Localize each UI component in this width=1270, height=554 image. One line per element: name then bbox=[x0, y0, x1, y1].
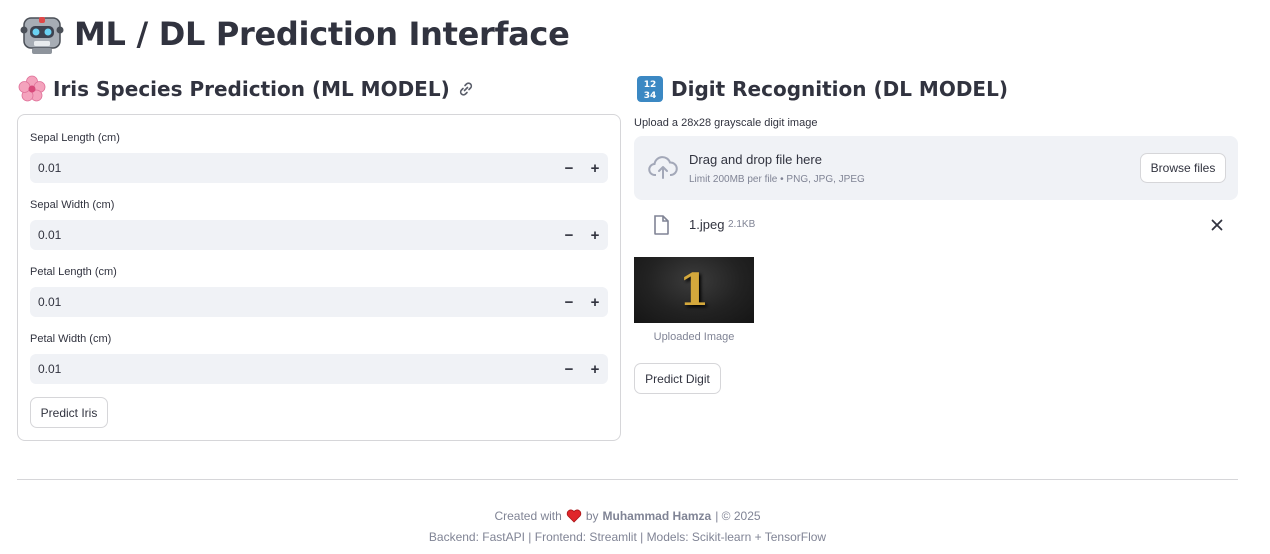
drop-instructions: Drag and drop file here bbox=[689, 152, 822, 167]
digit-section-title: 12 34 Digit Recognition (DL MODEL) bbox=[636, 74, 1008, 104]
predict-digit-button[interactable]: Predict Digit bbox=[634, 363, 721, 394]
footer-credits: Created with by Muhammad Hamza | © 2025 bbox=[0, 509, 1255, 523]
input-value[interactable]: 0.01 bbox=[30, 161, 556, 175]
field-label: Sepal Length (cm) bbox=[30, 132, 120, 144]
iris-form: Sepal Length (cm) 0.01 − + Sepal Width (… bbox=[17, 114, 621, 441]
increment-button[interactable]: + bbox=[582, 354, 608, 384]
upload-label: Upload a 28x28 grayscale digit image bbox=[634, 117, 818, 129]
footer-stack: Backend: FastAPI | Frontend: Streamlit |… bbox=[428, 530, 827, 544]
decrement-button[interactable]: − bbox=[556, 153, 582, 183]
image-caption: Uploaded Image bbox=[653, 331, 735, 343]
petal-length-field: Petal Length (cm) 0.01 − + bbox=[30, 264, 608, 317]
petal-width-field: Petal Width (cm) 0.01 − + bbox=[30, 331, 608, 384]
close-icon[interactable] bbox=[1210, 218, 1224, 232]
footer-year: | © 2025 bbox=[715, 509, 761, 523]
footer-by-text: by bbox=[585, 509, 599, 523]
page-title: ML / DL Prediction Interface bbox=[74, 15, 570, 53]
cloud-upload-icon bbox=[648, 156, 678, 179]
divider bbox=[17, 479, 1238, 480]
numbers-icon: 12 34 bbox=[637, 76, 663, 102]
file-icon bbox=[654, 215, 669, 235]
sepal-width-input[interactable]: 0.01 − + bbox=[30, 220, 608, 250]
file-name: 1.jpeg bbox=[689, 217, 725, 232]
footer-author: Muhammad Hamza bbox=[602, 509, 712, 523]
svg-text:12: 12 bbox=[644, 80, 657, 90]
input-value[interactable]: 0.01 bbox=[30, 295, 556, 309]
increment-button[interactable]: + bbox=[582, 220, 608, 250]
file-size: 2.1KB bbox=[728, 219, 756, 230]
iris-title-text: Iris Species Prediction (ML MODEL) bbox=[53, 77, 450, 101]
input-value[interactable]: 0.01 bbox=[30, 228, 556, 242]
predict-iris-button[interactable]: Predict Iris bbox=[30, 397, 108, 428]
digit-title-text: Digit Recognition (DL MODEL) bbox=[671, 77, 1008, 101]
cherry-blossom-icon bbox=[18, 75, 46, 102]
robot-icon bbox=[20, 17, 64, 54]
uploaded-image: 1 bbox=[634, 257, 754, 323]
image-digit: 1 bbox=[678, 264, 710, 316]
browse-files-button[interactable]: Browse files bbox=[1140, 153, 1226, 183]
heart-icon bbox=[566, 509, 582, 523]
petal-length-input[interactable]: 0.01 − + bbox=[30, 287, 608, 317]
increment-button[interactable]: + bbox=[582, 153, 608, 183]
svg-text:34: 34 bbox=[644, 91, 657, 101]
field-label: Petal Width (cm) bbox=[30, 333, 112, 345]
sepal-width-field: Sepal Width (cm) 0.01 − + bbox=[30, 197, 608, 250]
increment-button[interactable]: + bbox=[582, 287, 608, 317]
decrement-button[interactable]: − bbox=[556, 354, 582, 384]
decrement-button[interactable]: − bbox=[556, 287, 582, 317]
footer-created-text: Created with bbox=[494, 509, 562, 523]
sepal-length-input[interactable]: 0.01 − + bbox=[30, 153, 608, 183]
drop-limit-text: Limit 200MB per file • PNG, JPG, JPEG bbox=[689, 174, 865, 185]
petal-width-input[interactable]: 0.01 − + bbox=[30, 354, 608, 384]
field-label: Sepal Width (cm) bbox=[30, 199, 115, 211]
uploaded-file-row: 1.jpeg 2.1KB bbox=[634, 210, 1238, 240]
page-header: ML / DL Prediction Interface bbox=[20, 12, 570, 56]
iris-section-title: Iris Species Prediction (ML MODEL) bbox=[18, 74, 474, 104]
decrement-button[interactable]: − bbox=[556, 220, 582, 250]
link-icon[interactable] bbox=[458, 81, 474, 97]
file-dropzone[interactable]: Drag and drop file here Limit 200MB per … bbox=[634, 136, 1238, 200]
sepal-length-field: Sepal Length (cm) 0.01 − + bbox=[30, 130, 608, 183]
input-value[interactable]: 0.01 bbox=[30, 362, 556, 376]
field-label: Petal Length (cm) bbox=[30, 266, 117, 278]
